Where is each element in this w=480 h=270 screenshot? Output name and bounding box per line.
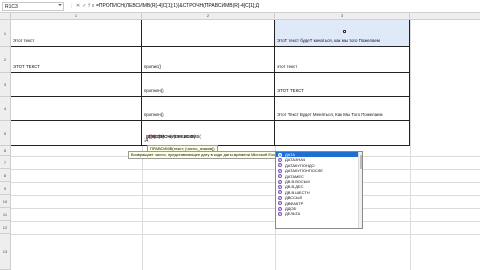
row-header-2[interactable]: 2 [0, 47, 11, 73]
cell-text: этот текст [277, 64, 298, 69]
grid-line [142, 146, 143, 270]
formula-reference: R[-4]C[1] [146, 134, 164, 139]
function-icon: ƒ [278, 174, 282, 179]
row-header-6[interactable]: 6 [0, 146, 11, 156]
row-header-9[interactable]: 9 [0, 182, 11, 195]
function-icon: ƒ [278, 195, 282, 200]
autocomplete-item[interactable]: ƒ ДЕЛЬТА [276, 211, 362, 216]
function-icon: ƒ [278, 190, 282, 195]
function-icon: ƒ [278, 152, 282, 157]
row-header-3[interactable]: 3 [0, 73, 11, 97]
cell-r1c1[interactable]: Этот текст [11, 20, 142, 47]
row-header-4[interactable]: 4 [0, 97, 11, 121]
function-icon: ƒ [278, 158, 282, 163]
function-icon: ƒ [278, 201, 282, 206]
cell-r2c1[interactable]: ЭТОТ ТЕКСТ [11, 47, 142, 73]
select-all-corner[interactable] [0, 13, 11, 20]
cell-text: ЭТОТ ТЕКСТ [277, 88, 304, 93]
cell-text: ЭТОТ ТЕКСТ [13, 64, 40, 69]
row-header-13[interactable]: 13 [0, 234, 11, 270]
cell-text: пропнач() [144, 88, 164, 93]
cell-text: ЭтоТ текст будеТ кинаться, как мы того П… [277, 38, 380, 43]
row-header-7[interactable]: 7 [0, 156, 11, 169]
function-icon: ƒ [278, 206, 282, 211]
cell-r4c1[interactable] [11, 97, 142, 121]
function-icon: ƒ [278, 211, 282, 216]
editing-formula: =ПРОПИСН(ЛЕВСИМВ(R[-4]C[1] ;1))&СТРОЧН(ПР… [144, 134, 201, 142]
function-description-tooltip: Возвращает число, представляющее дату в … [128, 151, 282, 159]
cell-r5c3[interactable] [275, 121, 410, 146]
formula-bar: R1C3 ⋮ ✕✓fx =ПРОПИСН(ЛЕВСИМВ(R[-4]C[1];1… [0, 0, 480, 13]
scrollbar-thumb[interactable] [359, 155, 362, 169]
cell-text: пропнач() [144, 112, 164, 117]
column-header-2[interactable]: 2 [142, 13, 275, 20]
cell-r3c1[interactable] [11, 73, 142, 97]
row-header-10[interactable]: 10 [0, 195, 11, 208]
move-cursor-icon [342, 29, 347, 34]
function-icon: ƒ [278, 168, 282, 173]
row-header-12[interactable]: 12 [0, 221, 11, 234]
column-header-empty [410, 13, 480, 20]
row-header-11[interactable]: 11 [0, 208, 11, 221]
autocomplete-item-label: ДЕЛЬТА [285, 211, 301, 217]
cell-text: Этот Текст Будет Меняться, Как Мы Того П… [277, 112, 383, 117]
cell-r4c3[interactable]: Этот Текст Будет Меняться, Как Мы Того П… [275, 97, 410, 121]
cell-r3c2[interactable]: пропнач() [142, 73, 275, 97]
cell-r2c2[interactable]: пропис() [142, 47, 275, 73]
function-icon: ƒ [278, 179, 282, 184]
grid-line [410, 20, 411, 270]
column-header-1[interactable]: 1 [11, 13, 142, 20]
name-box-value: R1C3 [5, 4, 18, 10]
autocomplete-scrollbar[interactable] [358, 152, 362, 228]
formula-bar-icons: ✕✓fx [76, 2, 96, 11]
function-icon: ƒ [278, 185, 282, 190]
cell-text: пропис() [144, 64, 162, 69]
cell-r5c1[interactable] [11, 121, 142, 146]
cell-r3c3[interactable]: ЭТОТ ТЕКСТ [275, 73, 410, 97]
cell-text: Этот текст [13, 38, 35, 43]
cell-r4c2[interactable]: пропнач() [142, 97, 275, 121]
cell-r1c2[interactable] [142, 20, 275, 47]
row-header-5[interactable]: 5 [0, 121, 11, 146]
function-autocomplete-list[interactable]: ƒ ДАТА ƒ ДАТАЗНАЧ ƒ ДАТАКУПОНДО ƒ ДАТАКУПОНП… [275, 151, 363, 229]
name-box[interactable]: R1C3 [2, 2, 64, 11]
formula-input[interactable]: =ПРОПИСН(ЛЕВСИМВ(R[-4]C[1];1))&СТРОЧН(ПР… [96, 2, 478, 11]
column-header-3[interactable]: 3 [275, 13, 410, 20]
more-icon: ⋮ [69, 3, 74, 9]
row-header-8[interactable]: 8 [0, 169, 11, 182]
cell-r2c3[interactable]: этот текст [275, 47, 410, 73]
cell-r5c2-editing[interactable]: =ПРОПИСН(ЛЕВСИМВ(R[-4]C[1] ;1))&СТРОЧН(ПР… [142, 121, 275, 146]
chevron-down-icon[interactable] [58, 4, 62, 6]
function-icon: ƒ [278, 163, 282, 168]
row-header-1[interactable]: 1 [0, 20, 11, 47]
